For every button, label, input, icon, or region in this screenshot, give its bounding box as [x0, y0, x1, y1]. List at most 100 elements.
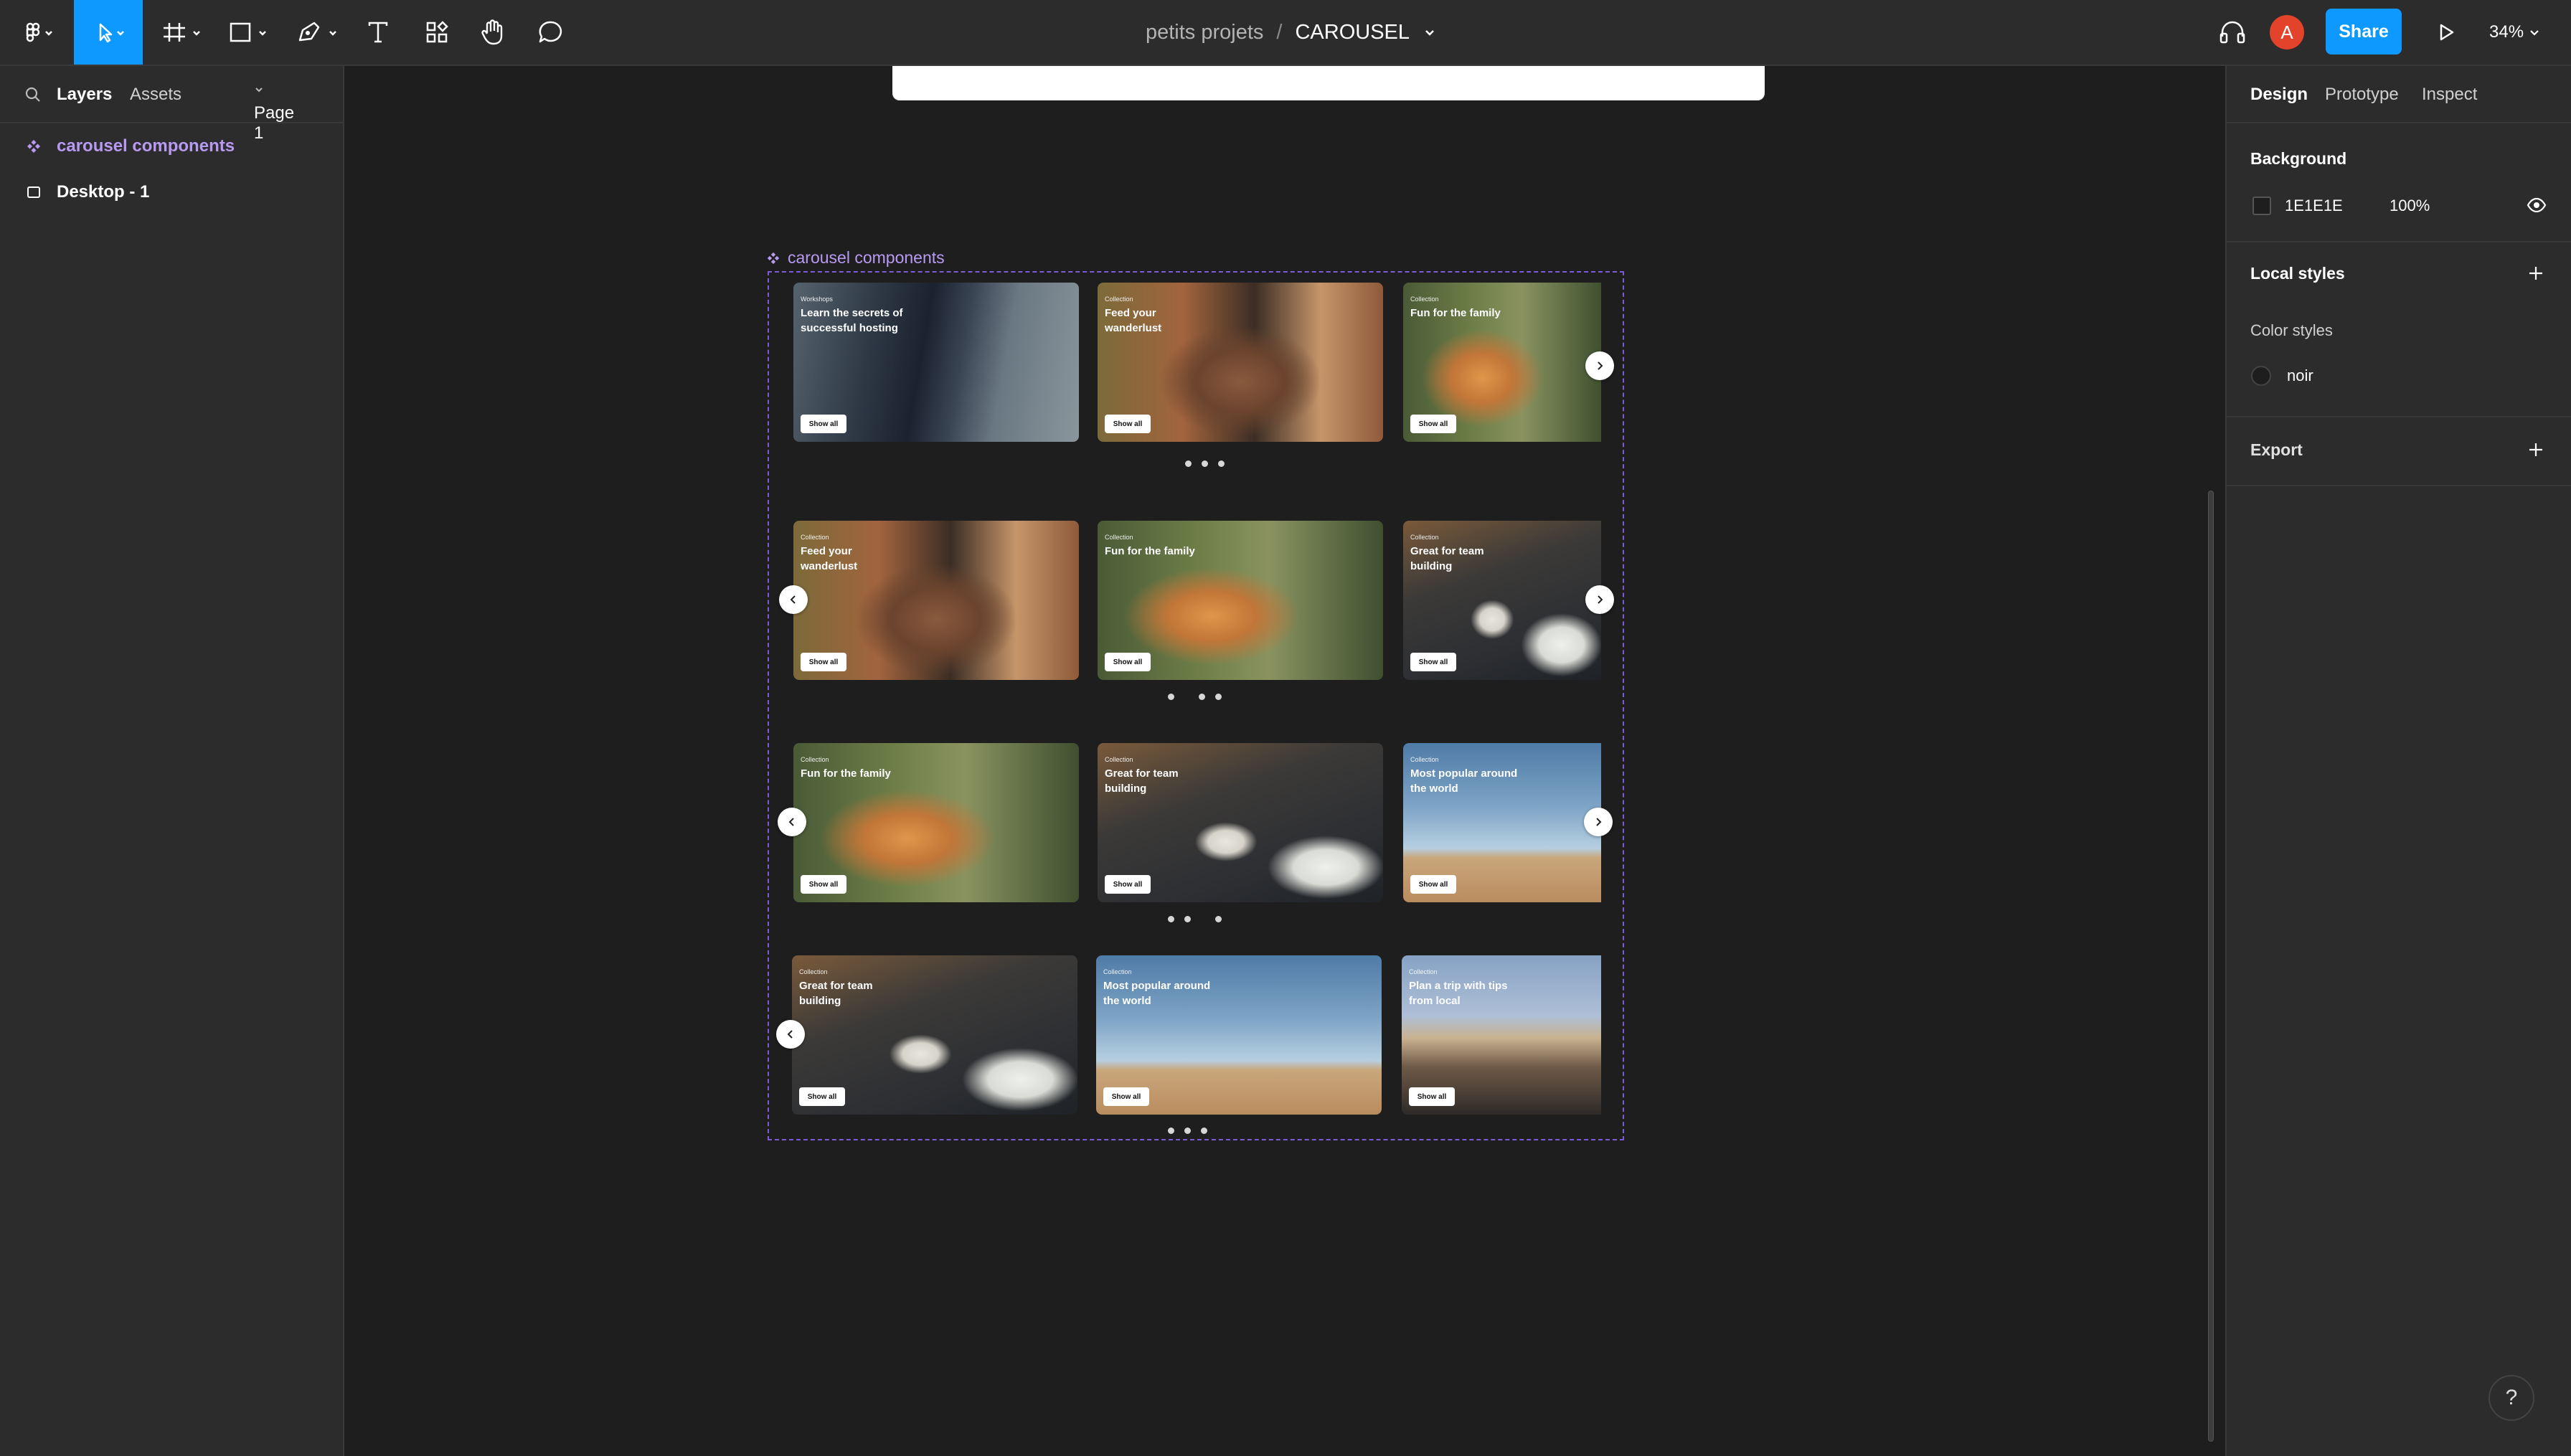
search-icon[interactable] [24, 86, 42, 103]
frame-tool-button[interactable] [159, 0, 209, 65]
move-tool-button[interactable] [74, 0, 143, 65]
file-breadcrumb[interactable]: petits projets / CAROUSEL [1004, 0, 1578, 65]
carousel-prev-button[interactable] [778, 808, 806, 836]
audio-button[interactable] [2215, 0, 2250, 65]
show-all-button[interactable]: Show all [1410, 415, 1456, 433]
avatar[interactable]: A [2270, 15, 2304, 49]
show-all-button[interactable]: Show all [1409, 1087, 1455, 1106]
chevron-down-icon[interactable] [1423, 25, 1437, 39]
resources-button[interactable] [420, 0, 453, 65]
zoom-menu[interactable]: 34% [2489, 0, 2541, 65]
show-all-button[interactable]: Show all [1410, 875, 1456, 894]
show-all-button[interactable]: Show all [1105, 653, 1151, 671]
pagination-dot[interactable] [1168, 1128, 1174, 1134]
plus-icon[interactable] [2527, 264, 2545, 283]
pagination-dot[interactable] [1215, 916, 1222, 922]
project-name[interactable]: petits projets [1146, 21, 1263, 44]
card-tag: Collection [801, 534, 829, 541]
show-all-button[interactable]: Show all [1410, 653, 1456, 671]
pagination-dot[interactable] [1168, 694, 1174, 700]
show-all-button[interactable]: Show all [1105, 415, 1151, 433]
chevron-down-icon [255, 88, 263, 93]
pagination-dot[interactable] [1201, 1128, 1207, 1134]
comment-tool-button[interactable] [534, 0, 567, 65]
tab-layers[interactable]: Layers [57, 85, 112, 105]
pagination-dot[interactable] [1199, 694, 1205, 700]
resources-icon [426, 21, 448, 43]
chevron-right-icon [1598, 361, 1603, 370]
layer-item-desktop-1[interactable]: Desktop - 1 [0, 171, 343, 214]
layer-label: Desktop - 1 [57, 182, 150, 202]
carousel-card[interactable]: Collection Most popular around the world… [1403, 743, 1601, 902]
background-fill-row[interactable]: 1E1E1E 100% [2227, 188, 2571, 222]
pagination-dot[interactable] [1184, 1128, 1191, 1134]
carousel-next-button[interactable] [1585, 351, 1614, 380]
page-selector[interactable]: Page 1 [254, 85, 294, 143]
carousel-card[interactable]: Collection Great for team building Show … [792, 955, 1077, 1115]
show-all-button[interactable]: Show all [1103, 1087, 1149, 1106]
carousel-card[interactable]: Collection Fun for the family Show all [1403, 283, 1601, 442]
pagination-dot[interactable] [1218, 460, 1225, 467]
pagination-dot[interactable] [1168, 916, 1174, 922]
background-opacity[interactable]: 100% [2390, 197, 2430, 215]
canvas[interactable]: carousel components Workshops Learn the … [346, 66, 2224, 1456]
main-menu-button[interactable] [16, 0, 62, 65]
carousel-next-button[interactable] [1585, 585, 1614, 614]
frame-icon [27, 186, 40, 198]
carousel-card[interactable]: Collection Feed your wanderlust Show all [1098, 283, 1383, 442]
eye-icon[interactable] [2527, 197, 2547, 214]
shape-tool-button[interactable] [228, 0, 275, 65]
carousel-prev-button[interactable] [779, 585, 808, 614]
show-all-button[interactable]: Show all [801, 415, 846, 433]
pagination-dot[interactable] [1184, 916, 1191, 922]
chevron-right-icon [1598, 595, 1603, 604]
pagination-dot[interactable] [1215, 694, 1222, 700]
tab-inspect[interactable]: Inspect [2422, 85, 2477, 105]
component-frame-label[interactable]: carousel components [766, 248, 945, 268]
show-all-button[interactable]: Show all [801, 653, 846, 671]
card-title: Fun for the family [801, 767, 891, 780]
pen-tool-button[interactable] [296, 0, 346, 65]
card-tag: Collection [1105, 534, 1133, 541]
present-button[interactable] [2429, 0, 2463, 65]
plus-icon[interactable] [2527, 440, 2545, 459]
show-all-button[interactable]: Show all [1105, 875, 1151, 894]
show-all-button[interactable]: Show all [801, 875, 846, 894]
carousel-card[interactable]: Collection Fun for the family Show all [793, 743, 1079, 902]
tab-assets[interactable]: Assets [130, 85, 181, 105]
card-title: Feed your wanderlust [801, 545, 858, 572]
show-all-button[interactable]: Show all [799, 1087, 845, 1106]
carousel-prev-button[interactable] [776, 1020, 805, 1049]
hand-tool-button[interactable] [476, 0, 509, 65]
pagination-dot[interactable] [1185, 460, 1192, 467]
divider [2227, 241, 2571, 242]
desktop-frame[interactable] [892, 66, 1765, 100]
move-tool-icon [99, 23, 124, 43]
card-tag: Workshops [801, 296, 833, 303]
carousel-next-button[interactable] [1584, 808, 1613, 836]
carousel-card[interactable]: Collection Most popular around the world… [1096, 955, 1382, 1115]
background-hex[interactable]: 1E1E1E [2285, 197, 2343, 215]
card-title: Fun for the family [1105, 545, 1195, 557]
background-swatch[interactable] [2252, 197, 2271, 215]
card-title: Feed your wanderlust [1105, 307, 1162, 334]
share-button[interactable]: Share [2326, 9, 2402, 55]
file-name[interactable]: CAROUSEL [1295, 21, 1410, 44]
pagination-dot[interactable] [1202, 460, 1208, 467]
carousel-card[interactable]: Collection Fun for the family Show all [1098, 521, 1383, 680]
carousel-card[interactable]: Collection Great for team building Show … [1098, 743, 1383, 902]
carousel-card[interactable]: Collection Feed your wanderlust Show all [793, 521, 1079, 680]
help-button[interactable]: ? [2489, 1375, 2534, 1421]
canvas-vertical-scrollbar[interactable] [2208, 491, 2214, 1442]
card-tag: Collection [1409, 968, 1438, 975]
text-tool-button[interactable] [362, 0, 395, 65]
carousel-card[interactable]: Workshops Learn the secrets of successfu… [793, 283, 1079, 442]
carousel-card[interactable]: Collection Plan a trip with tips from lo… [1402, 955, 1601, 1115]
tab-prototype[interactable]: Prototype [2325, 85, 2399, 105]
component-icon [27, 140, 40, 153]
carousel-card[interactable]: Collection Great for team building Show … [1403, 521, 1601, 680]
background-section-title: Background [2250, 149, 2347, 168]
layer-item-carousel-components[interactable]: carousel components [0, 125, 343, 168]
color-style-item[interactable]: noir [2227, 359, 2571, 390]
tab-design[interactable]: Design [2250, 85, 2308, 105]
